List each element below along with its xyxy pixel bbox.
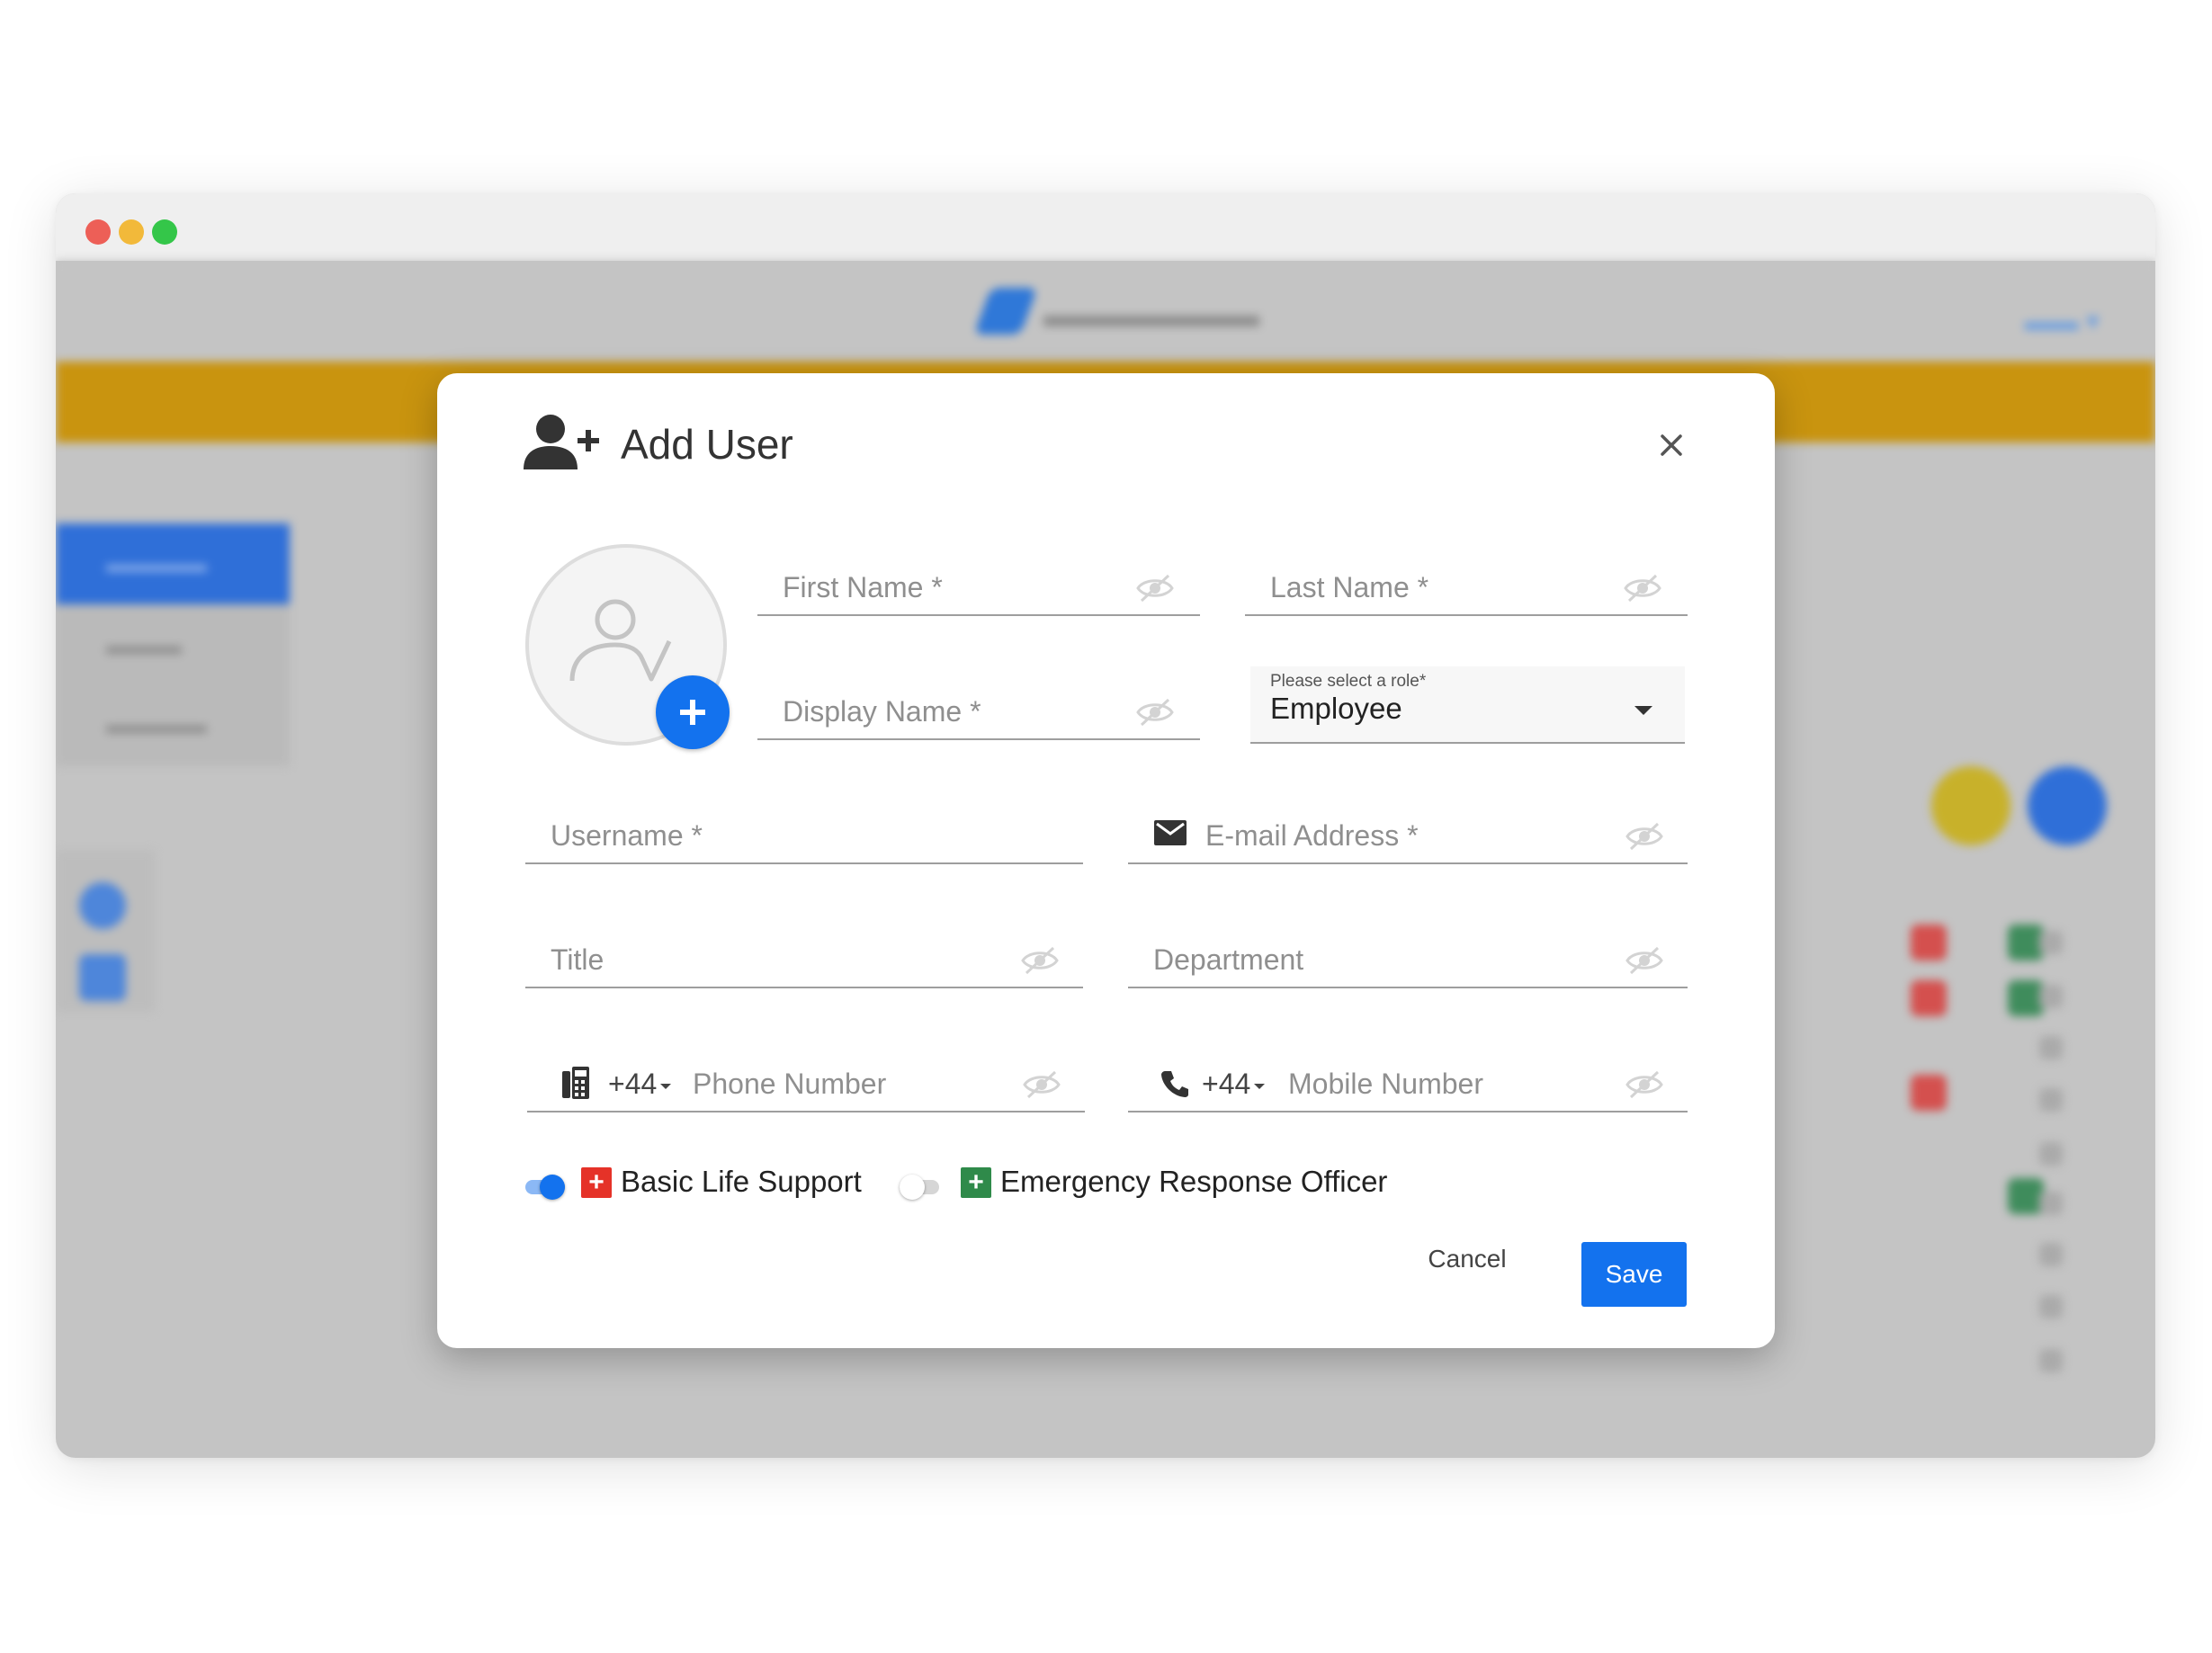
- emergency-response-officer-label: Emergency Response Officer: [1000, 1165, 1388, 1198]
- app-header: ▬▬▬▬▬▬ ▬▬ ▾: [56, 261, 2155, 362]
- mobile-label: Mobile Number: [1288, 1068, 1483, 1100]
- role-value: Employee: [1270, 692, 1402, 725]
- mobile-country-code[interactable]: +44: [1202, 1068, 1250, 1101]
- fab-blue: [2028, 766, 2107, 845]
- row-action: [2039, 1142, 2063, 1166]
- eye-off-icon[interactable]: [1625, 821, 1664, 852]
- minimize-window-button[interactable]: [119, 219, 144, 245]
- tool-icon: [79, 882, 126, 929]
- first-name-field[interactable]: First Name *: [757, 535, 1200, 616]
- eye-off-icon[interactable]: [1135, 573, 1175, 603]
- tool-icon: [79, 954, 126, 1001]
- display-name-label: Display Name *: [783, 695, 981, 728]
- plus-icon: [680, 700, 705, 725]
- maximize-window-button[interactable]: [152, 219, 177, 245]
- row-action: [2039, 1036, 2063, 1059]
- department-label: Department: [1153, 943, 1304, 976]
- fab-yellow: [1931, 766, 2011, 845]
- status-badge: [1911, 925, 1947, 961]
- user-menu: ▬▬ ▾: [2024, 307, 2100, 336]
- add-user-icon: [524, 415, 599, 469]
- status-badge: [2008, 925, 2044, 961]
- emergency-response-officer-toggle[interactable]: [900, 1175, 939, 1200]
- phone-icon: [1161, 1071, 1188, 1097]
- role-select[interactable]: Please select a role* Employee: [1250, 666, 1685, 744]
- cancel-button[interactable]: Cancel: [1419, 1245, 1515, 1281]
- phone-country-code[interactable]: +44: [608, 1068, 657, 1101]
- username-field[interactable]: Username *: [525, 783, 1083, 864]
- row-action: [2039, 1088, 2063, 1112]
- title-field[interactable]: Title: [525, 907, 1083, 988]
- eye-off-icon[interactable]: [1623, 573, 1662, 603]
- plus-icon: +: [581, 1167, 612, 1198]
- sidebar-item-active: ▬▬▬▬: [56, 523, 290, 604]
- last-name-field[interactable]: Last Name *: [1245, 535, 1688, 616]
- eye-off-icon[interactable]: [1625, 1069, 1664, 1100]
- title-label: Title: [551, 943, 604, 976]
- first-name-label: First Name *: [783, 571, 943, 603]
- sidebar-menu: ▬▬▬▬ ▬▬▬ ▬▬▬▬: [56, 523, 290, 766]
- status-badge: [2008, 980, 2044, 1016]
- eye-off-icon[interactable]: [1020, 945, 1060, 976]
- username-label: Username *: [551, 819, 703, 852]
- row-action: [2039, 1243, 2063, 1266]
- caret-down-icon: [1634, 706, 1652, 715]
- plus-icon: +: [961, 1167, 991, 1198]
- row-action: [2039, 985, 2063, 1008]
- role-label: Please select a role*: [1270, 672, 1427, 691]
- department-field[interactable]: Department: [1128, 907, 1688, 988]
- status-badge: [1911, 980, 1947, 1016]
- caret-down-icon: [660, 1084, 671, 1089]
- row-action: [2039, 1192, 2063, 1215]
- mail-icon: [1154, 820, 1187, 845]
- eye-off-icon[interactable]: [1625, 945, 1664, 976]
- status-badge: [1911, 1075, 1947, 1111]
- add-avatar-button[interactable]: [656, 675, 730, 749]
- save-button[interactable]: Save: [1581, 1242, 1687, 1307]
- phone-label: Phone Number: [693, 1068, 887, 1100]
- status-badge: [2008, 1178, 2044, 1214]
- brand-name: ▬▬▬▬▬▬: [1043, 295, 1259, 335]
- close-window-button[interactable]: [85, 219, 111, 245]
- row-action: [2039, 1295, 2063, 1318]
- sidebar-item: ▬▬▬: [106, 631, 182, 659]
- basic-life-support-label: Basic Life Support: [621, 1165, 862, 1198]
- sidebar-item: ▬▬▬▬: [106, 710, 207, 738]
- eye-off-icon[interactable]: [1135, 697, 1175, 728]
- display-name-field[interactable]: Display Name *: [757, 659, 1200, 740]
- dialog-title: Add User: [621, 421, 793, 468]
- desk-phone-icon: [562, 1067, 589, 1099]
- email-label: E-mail Address *: [1205, 819, 1419, 852]
- sidebar-tools: [56, 850, 155, 1012]
- brand-logo: [973, 288, 1038, 335]
- basic-life-support-toggle[interactable]: [525, 1175, 565, 1200]
- email-field[interactable]: E-mail Address *: [1128, 783, 1688, 864]
- window-titlebar: [56, 193, 2155, 261]
- add-user-dialog: Add User First Name * Last Name * Displa…: [437, 373, 1775, 1348]
- row-action: [2039, 1349, 2063, 1372]
- last-name-label: Last Name *: [1270, 571, 1429, 603]
- caret-down-icon: [1254, 1084, 1265, 1089]
- phone-field[interactable]: +44 Phone Number: [527, 1032, 1085, 1112]
- mobile-field[interactable]: +44 Mobile Number: [1128, 1032, 1688, 1112]
- eye-off-icon[interactable]: [1022, 1069, 1061, 1100]
- row-action: [2039, 931, 2063, 954]
- close-icon[interactable]: [1653, 427, 1689, 463]
